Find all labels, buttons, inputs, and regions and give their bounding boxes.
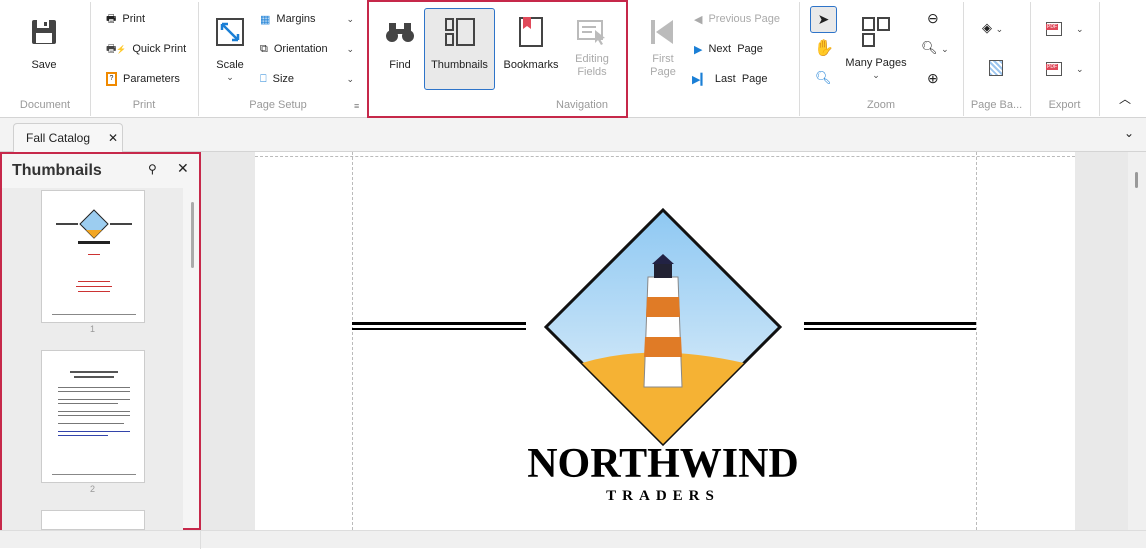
chevron-down-icon: ⌄ [1124, 126, 1135, 140]
pdf-file-icon: PDF [1046, 22, 1062, 36]
next-page-button[interactable]: ▶ Next Page [694, 39, 763, 59]
group-label-navigation: Navigation [556, 99, 608, 111]
northwind-logo: NORTHWIND TRADERS [352, 207, 976, 502]
group-label-document: Document [19, 99, 71, 111]
editing-fields-button[interactable]: Editing Fields [568, 8, 616, 88]
margins-icon: ▦ [260, 13, 271, 26]
zoom-in-button[interactable]: ⊕ [927, 70, 939, 87]
group-label-export: Export [1048, 99, 1081, 111]
svg-text:TRADERS: TRADERS [606, 488, 720, 502]
parameters-button[interactable]: ? Parameters [106, 69, 180, 89]
collapse-ribbon-button[interactable]: ︿ [1119, 90, 1131, 107]
hand-icon: ✋ [814, 40, 834, 57]
find-button[interactable]: Find [378, 8, 422, 88]
zoom-in-icon: ⊕ [927, 70, 939, 86]
quick-print-button[interactable]: 🖶⚡ Quick Print [106, 39, 186, 59]
many-pages-icon [859, 15, 893, 49]
thumbnail-list: 1 2 [2, 188, 194, 530]
triangle-left-icon: ◀ [694, 13, 703, 26]
last-page-icon: ▶▎ [692, 73, 709, 86]
thumbnails-button[interactable]: Thumbnails [424, 8, 495, 90]
cursor-arrow-icon: ➤ [817, 11, 830, 27]
bookmark-icon [514, 15, 548, 49]
pin-icon[interactable]: ⚲ [148, 162, 157, 176]
export-pdf-dropdown[interactable]: PDF ⌄ [1046, 22, 1084, 36]
last-page-button[interactable]: ▶▎ Last Page [692, 69, 768, 89]
chevron-down-icon: ⌄ [995, 24, 1004, 34]
zoom-out-button[interactable]: ⊖ [927, 10, 939, 27]
thumbnails-icon [443, 15, 477, 49]
zoom-dropdown[interactable]: 🔍︎ ⌄ [921, 40, 949, 56]
chevron-down-icon: ⌄ [1076, 23, 1084, 34]
magnifier-icon: 🔍︎ [815, 70, 832, 85]
document-viewer: NORTHWIND TRADERS [201, 152, 1146, 530]
margins-dropdown[interactable]: ▦ Margins ⌄ [260, 9, 354, 29]
page-color-dropdown[interactable]: ◈ ⌄ [982, 20, 1003, 36]
page-size-icon: ⎕ [260, 72, 267, 85]
zoom-out-icon: ⊖ [927, 10, 939, 26]
status-bar [0, 530, 1146, 549]
triangle-right-icon: ▶ [694, 43, 703, 56]
binoculars-icon [383, 15, 417, 49]
thumbnail-page-3[interactable] [41, 510, 145, 530]
svg-text:NORTHWIND: NORTHWIND [527, 441, 799, 487]
print-button[interactable]: 🖶 Print [106, 9, 145, 29]
watermark-button[interactable] [989, 60, 1003, 76]
pdf-email-icon: PDF [1046, 62, 1062, 76]
many-pages-button[interactable]: Many Pages ⌄ [842, 8, 910, 88]
first-page-icon [645, 15, 679, 49]
document-page: NORTHWIND TRADERS [255, 152, 1075, 530]
hand-tool-button[interactable]: ✋ [814, 38, 834, 58]
parameters-icon: ? [106, 72, 117, 86]
editing-fields-icon [575, 15, 609, 49]
tab-list-dropdown[interactable]: ⌄ [1124, 126, 1134, 140]
size-dropdown[interactable]: ⎕ Size ⌄ [260, 69, 354, 89]
scale-button[interactable]: Scale ⌄ [208, 8, 252, 88]
pointer-tool-button[interactable]: ➤ [810, 6, 837, 33]
quick-printer-icon: 🖶⚡ [106, 42, 127, 55]
thumbnails-panel: Thumbnails ⚲ ✕ 1 2 [0, 152, 201, 530]
first-page-button[interactable]: First Page [640, 8, 684, 88]
scale-icon [213, 15, 247, 49]
previous-page-button[interactable]: ◀ Previous Page [694, 9, 780, 29]
document-tab-strip: Fall Catalog ✕ ⌄ [0, 118, 1146, 152]
viewer-scrollbar-thumb[interactable] [1135, 172, 1138, 188]
chevron-down-icon: ⌄ [346, 43, 354, 54]
group-label-page-background: Page Ba... [970, 99, 1023, 111]
chevron-down-icon: ⌄ [346, 13, 354, 24]
send-pdf-dropdown[interactable]: PDF ⌄ [1046, 62, 1084, 76]
panel-title: Thumbnails [12, 162, 102, 179]
orientation-icon: ⧉ [260, 42, 268, 55]
chevron-down-icon: ⌄ [1076, 63, 1084, 74]
bookmarks-button[interactable]: Bookmarks [500, 8, 562, 88]
printer-icon: 🖶 [106, 12, 117, 25]
thumbnail-page-number: 2 [90, 484, 96, 494]
close-panel-icon[interactable]: ✕ [177, 160, 189, 177]
page-color-icon: ◈ [982, 20, 992, 35]
orientation-dropdown[interactable]: ⧉ Orientation ⌄ [260, 39, 354, 59]
thumbnail-page-2[interactable] [41, 350, 145, 483]
chevron-up-icon: ︿ [1119, 92, 1132, 106]
thumbnail-page-number: 1 [90, 324, 96, 334]
save-button[interactable]: Save [10, 8, 78, 88]
chevron-down-icon: ⌄ [872, 70, 880, 80]
panel-scrollbar-thumb[interactable] [191, 202, 194, 268]
chevron-down-icon: ⌄ [941, 44, 949, 54]
ribbon: Save Document 🖶 Print 🖶⚡ Quick Print ? Para… [0, 0, 1146, 118]
marquee-zoom-button[interactable]: 🔍︎ [815, 70, 832, 86]
chevron-down-icon: ⌄ [346, 73, 354, 84]
page-setup-dialog-launcher-icon[interactable]: ≡ [354, 101, 359, 111]
viewer-scrollbar[interactable] [1128, 152, 1146, 530]
zoom-icon: 🔍︎ [921, 40, 938, 55]
floppy-disk-icon [27, 15, 61, 49]
tab-fall-catalog[interactable]: Fall Catalog ✕ [13, 123, 123, 152]
chevron-down-icon: ⌄ [226, 72, 234, 82]
group-label-page-setup: Page Setup [249, 99, 307, 111]
thumbnail-page-1[interactable] [41, 190, 145, 323]
group-label-print: Print [132, 99, 156, 111]
close-icon[interactable]: ✕ [108, 131, 118, 145]
group-label-zoom: Zoom [866, 99, 896, 111]
